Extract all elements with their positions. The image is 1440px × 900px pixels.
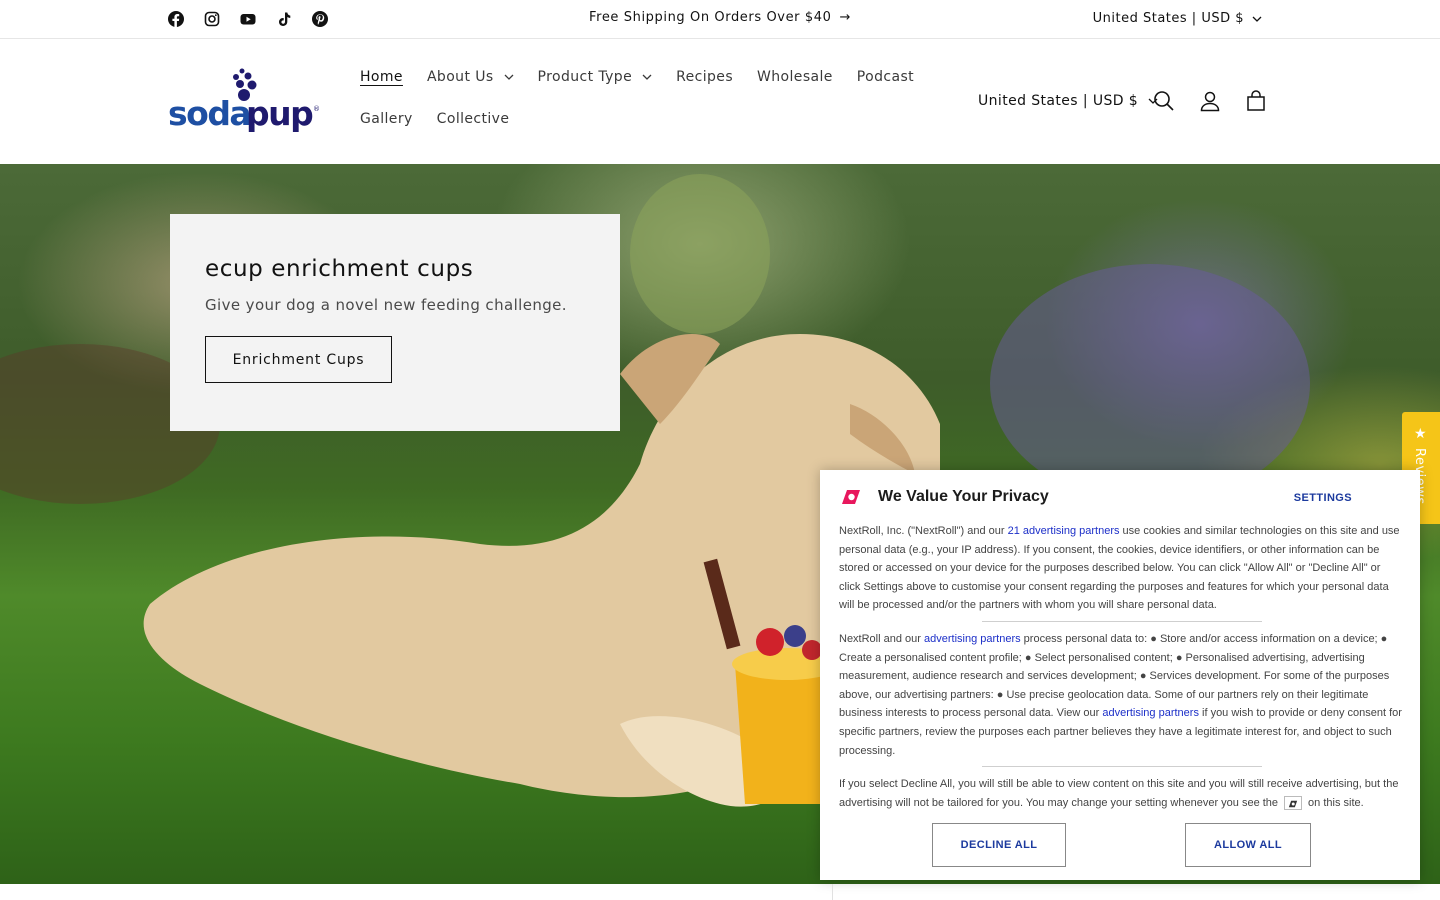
arrow-right-icon: → [839, 10, 851, 25]
nav-recipes[interactable]: Recipes [676, 69, 733, 85]
consent-body: NextRoll, Inc. ("NextRoll") and our 21 a… [839, 522, 1404, 812]
locale-label: United States | USD $ [1092, 11, 1244, 26]
consent-text: on this site. [1308, 796, 1364, 809]
divider [981, 620, 1262, 622]
svg-text:pup: pup [246, 94, 313, 133]
nav-about-us[interactable]: About Us [427, 69, 514, 85]
nav-product-type-label: Product Type [537, 69, 633, 85]
nav-collective[interactable]: Collective [437, 111, 510, 127]
announcement-bar: Free Shipping On Orders Over $40 → United… [0, 0, 1440, 39]
locale-selector[interactable]: United States | USD $ [978, 93, 1158, 109]
consent-header: We Value Your Privacy [838, 488, 1049, 506]
chevron-down-icon [504, 74, 514, 80]
consent-text: NextRoll, Inc. ("NextRoll") and our [839, 525, 1008, 537]
search-icon[interactable] [1152, 89, 1176, 113]
announcement-text: Free Shipping On Orders Over $40 [589, 10, 832, 25]
chevron-down-icon [642, 74, 652, 80]
account-icon[interactable] [1198, 89, 1222, 113]
nav-podcast-label: Podcast [856, 69, 915, 85]
nav-about-us-label: About Us [426, 69, 494, 85]
nav-gallery-label: Gallery [360, 111, 413, 127]
consent-paragraph-3: If you select Decline All, you will stil… [839, 775, 1404, 812]
star-icon: ★ [1414, 426, 1427, 442]
consent-text: use cookies and similar technologies on … [839, 525, 1400, 612]
consent-paragraph-1: NextRoll, Inc. ("NextRoll") and our 21 a… [839, 522, 1404, 615]
header-icons [1152, 89, 1268, 113]
consent-settings-link[interactable]: SETTINGS [1294, 492, 1352, 504]
consent-paragraph-2: NextRoll and our advertising partners pr… [839, 630, 1404, 760]
nav-recipes-label: Recipes [676, 69, 734, 85]
nextroll-logo-icon [842, 490, 860, 504]
advertising-partners-link[interactable]: 21 advertising partners [1008, 525, 1120, 537]
hero-subtitle: Give your dog a novel new feeding challe… [205, 296, 567, 314]
locale-selector-top[interactable]: United States | USD $ [1093, 11, 1262, 26]
advertising-partners-link[interactable]: advertising partners [1102, 707, 1199, 719]
chevron-down-icon [1252, 16, 1262, 22]
allow-all-button[interactable]: ALLOW ALL [1185, 823, 1311, 867]
nav-product-type[interactable]: Product Type [538, 69, 653, 85]
privacy-consent-dialog: We Value Your Privacy SETTINGS NextRoll,… [820, 470, 1420, 880]
sodapup-logo[interactable]: soda pup ® [168, 67, 323, 137]
consent-text: NextRoll and our [839, 632, 924, 645]
nav-wholesale-label: Wholesale [757, 69, 833, 85]
nav-podcast[interactable]: Podcast [857, 69, 914, 85]
svg-text:soda: soda [168, 94, 250, 133]
site-header: soda pup ® Home About Us Product Type Re… [0, 39, 1440, 164]
consent-title: We Value Your Privacy [878, 488, 1049, 505]
main-nav: Home About Us Product Type Recipes Whole… [360, 69, 920, 153]
hero-title: ecup enrichment cups [205, 256, 474, 282]
divider [832, 884, 833, 900]
nav-collective-label: Collective [436, 111, 510, 127]
nav-home-label: Home [360, 69, 403, 85]
hero-promo-card: ecup enrichment cups Give your dog a nov… [170, 214, 620, 431]
divider [981, 766, 1262, 768]
locale-label: United States | USD $ [978, 93, 1139, 109]
nav-gallery[interactable]: Gallery [360, 111, 413, 127]
advertising-partners-link[interactable]: advertising partners [924, 633, 1021, 645]
svg-text:®: ® [313, 105, 320, 113]
nextroll-small-icon[interactable] [1284, 795, 1303, 810]
enrichment-cups-button[interactable]: Enrichment Cups [205, 336, 392, 383]
nav-wholesale[interactable]: Wholesale [757, 69, 833, 85]
decline-all-button[interactable]: DECLINE ALL [932, 823, 1066, 867]
cart-icon[interactable] [1244, 89, 1268, 113]
nav-home[interactable]: Home [360, 69, 403, 85]
